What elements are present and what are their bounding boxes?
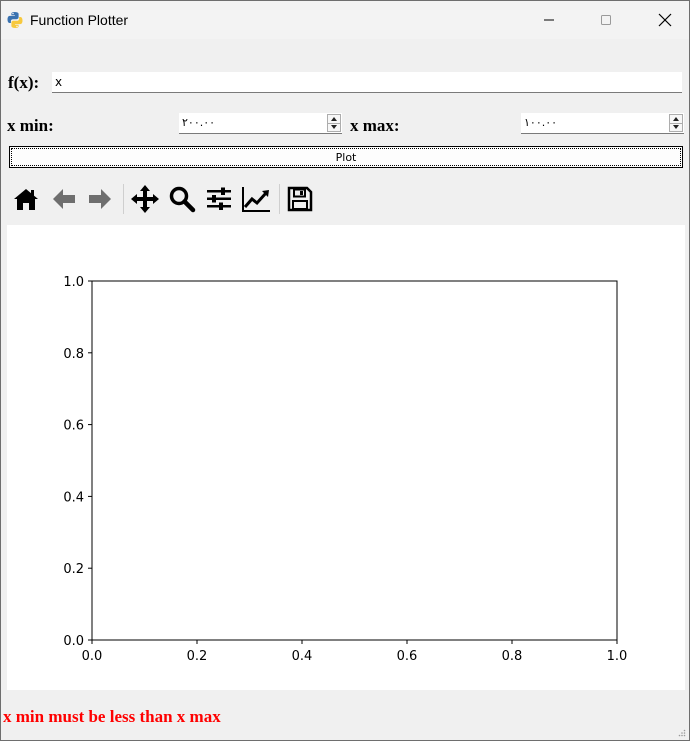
main-window: Function Plotter f(x): x min: ٢٠٠.٠٠ x m… [0,0,690,741]
home-icon [14,189,38,210]
x-tick-label: 0.2 [187,649,208,664]
zoom-icon [169,186,196,213]
x-tick-label: 0.4 [292,649,313,664]
y-tick-label: 0.4 [63,490,84,505]
xmin-value: ٢٠٠.٠٠ [182,116,216,129]
xmax-stepper[interactable] [669,114,683,132]
x-tick-label: 0.6 [397,649,418,664]
forward-arrow-icon [89,189,111,209]
pan-button[interactable] [128,182,162,216]
x-tick-label: 1.0 [607,649,628,664]
back-button[interactable] [47,182,81,216]
y-tick-label: 0.0 [63,634,84,649]
error-message: x min must be less than x max [3,707,221,726]
configure-subplots-icon [207,187,231,210]
xmin-label: x min: [7,116,54,135]
x-tick-label: 0.0 [82,649,103,664]
y-tick-label: 0.6 [63,419,84,434]
down-arrow-icon[interactable] [673,125,679,129]
y-tick-label: 0.8 [63,347,84,362]
window-title: Function Plotter [30,12,129,28]
python-logo-icon [7,12,23,28]
close-button[interactable] [642,1,688,39]
y-tick-label: 1.0 [63,275,84,290]
down-arrow-icon[interactable] [331,125,337,129]
function-input[interactable] [52,72,682,93]
xmin-stepper[interactable] [327,114,341,132]
plot-canvas[interactable]: 0.0 0.2 0.4 0.6 0.8 1.0 0.0 0.2 0.4 0.6 0.8 1.0 [7,225,685,690]
xmin-spinbox[interactable]: ٢٠٠.٠٠ [179,113,342,134]
back-arrow-icon [53,189,75,209]
edit-axis-icon [242,187,270,212]
edit-axis-button[interactable] [239,182,273,216]
home-button[interactable] [9,182,43,216]
pan-icon [131,185,159,213]
up-arrow-icon[interactable] [331,117,337,121]
save-button[interactable] [283,182,317,216]
save-icon [287,186,313,212]
forward-button[interactable] [83,182,117,216]
minimize-icon [544,19,554,21]
xmax-spinbox[interactable]: ١٠٠.٠٠ [521,113,684,134]
x-tick-label: 0.8 [502,649,523,664]
navigation-toolbar [9,182,329,216]
configure-subplots-button[interactable] [202,182,236,216]
up-arrow-icon[interactable] [673,117,679,121]
title-bar[interactable]: Function Plotter [1,1,689,39]
minimize-button[interactable] [526,1,572,39]
y-tick-label: 0.2 [63,562,84,577]
axes-frame [91,280,618,641]
plot-button[interactable]: Plot [9,146,683,168]
zoom-button[interactable] [165,182,199,216]
close-icon [658,13,672,27]
xmax-value: ١٠٠.٠٠ [524,116,558,129]
maximize-icon [601,15,611,25]
maximize-button[interactable] [583,1,629,39]
xmax-label: x max: [350,116,400,135]
fx-label: f(x): [8,73,40,92]
resize-grip-icon[interactable] [678,729,686,737]
chart: 0.0 0.2 0.4 0.6 0.8 1.0 0.0 0.2 0.4 0.6 0.8 1.0 [63,275,628,664]
